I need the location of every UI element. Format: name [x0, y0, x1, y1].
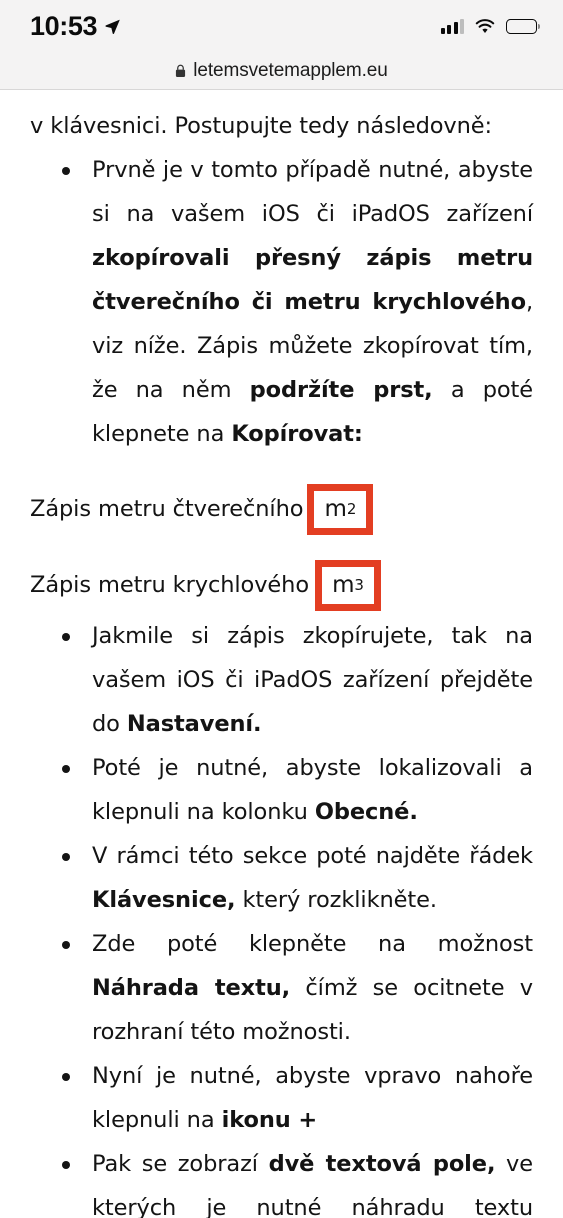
bold-text: Kopírovat: — [231, 421, 363, 447]
code-line-cubic-meter: Zápis metru krychlového m3 — [30, 556, 533, 614]
bold-text: ikonu + — [221, 1107, 318, 1133]
bold-text: Nastavení. — [126, 711, 262, 737]
highlighted-unit-cubic-meter[interactable]: m3 — [314, 559, 381, 611]
instruction-list-one: Prvně je v tomto případě nutné, abyste s… — [30, 148, 533, 456]
bold-text: Klávesnice, — [92, 887, 236, 913]
article-content: v klávesnici. Postupujte tedy následovně… — [0, 90, 563, 1218]
status-bar-left: 10:53 — [30, 10, 121, 41]
code-line-square-meter: Zápis metru čtverečního m2 — [30, 480, 533, 538]
code-line-label: Zápis metru čtverečního — [30, 495, 304, 522]
list-item: Poté je nutné, abyste lokalizovali a kle… — [30, 746, 533, 834]
list-item: Jakmile si zápis zkopírujete, tak na vaš… — [30, 614, 533, 746]
status-bar-right — [440, 18, 540, 35]
bold-text: podržíte prst, — [249, 377, 433, 403]
highlighted-unit-square-meter[interactable]: m2 — [307, 483, 374, 535]
status-bar: 10:53 — [0, 0, 563, 52]
code-line-label: Zápis metru krychlového — [30, 571, 309, 598]
underlined-text: je nutné náhradu — [206, 1195, 475, 1218]
status-bar-clock: 10:53 — [30, 10, 98, 41]
bold-text: Obecné. — [314, 799, 418, 825]
list-item: V rámci této sekce poté najděte řádek Kl… — [30, 834, 533, 922]
cellular-signal-icon — [440, 18, 464, 34]
list-item: Prvně je v tomto případě nutné, abyste s… — [30, 148, 533, 456]
phone-screen: 10:53 letemsvetemapplem.eu v klávesnici.… — [0, 0, 563, 1218]
list-item: Nyní je nutné, abyste vpravo nahoře klep… — [30, 1054, 533, 1142]
location-arrow-icon — [105, 19, 120, 34]
wifi-icon — [475, 18, 495, 33]
bold-text: Náhrada textu, — [92, 975, 291, 1001]
list-item: Zde poté klepněte na možnost Náhrada tex… — [30, 922, 533, 1054]
intro-paragraph: v klávesnici. Postupujte tedy následovně… — [30, 113, 493, 139]
list-item: Pak se zobrazí dvě textová pole, ve kter… — [30, 1142, 533, 1218]
instruction-list-two: Jakmile si zápis zkopírujete, tak na vaš… — [30, 614, 533, 1218]
bold-text: dvě textová pole, — [268, 1151, 496, 1177]
lock-icon — [176, 64, 186, 77]
browser-url-bar[interactable]: letemsvetemapplem.eu — [0, 52, 563, 90]
url-text: letemsvetemapplem.eu — [193, 59, 388, 81]
battery-icon — [506, 18, 540, 34]
bold-text: zkopírovali přesný zápis metru čtvereční… — [92, 245, 533, 315]
